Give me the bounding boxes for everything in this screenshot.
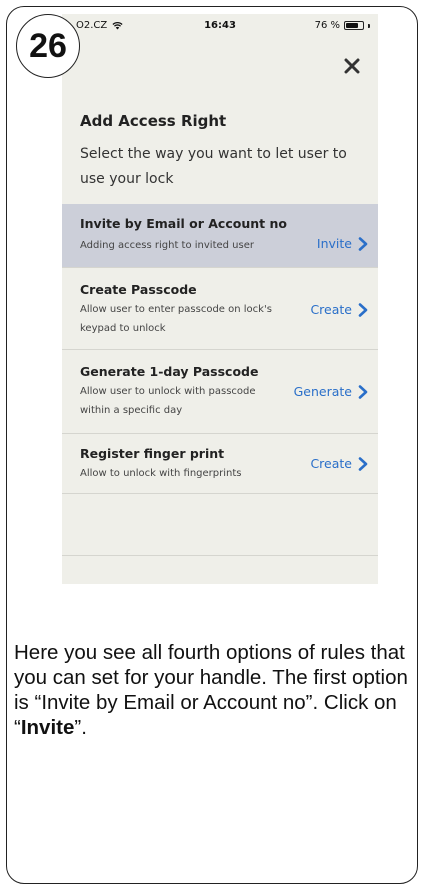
status-bar: O2.CZ 16:43 76 %: [62, 14, 378, 36]
option-title: Register finger print: [80, 446, 225, 461]
battery-status: 76 %: [315, 20, 370, 31]
option-description: Allow to unlock with fingerprints: [80, 468, 242, 479]
option-title: Generate 1-day Passcode: [80, 364, 259, 379]
close-icon: [344, 58, 360, 74]
battery-tip: [368, 23, 370, 28]
option-title: Create Passcode: [80, 282, 197, 297]
page-subtitle: Select the way you want to let user to u…: [80, 146, 347, 187]
option-register-finger-print[interactable]: Register finger print Allow to unlock wi…: [62, 434, 378, 494]
battery-icon: [344, 21, 364, 30]
battery-percentage: 76 %: [314, 20, 340, 31]
option-invite-by-email[interactable]: Invite by Email or Account no Adding acc…: [62, 204, 378, 268]
option-description: Allow user to unlock with passcode withi…: [80, 386, 256, 416]
close-button[interactable]: [338, 52, 366, 80]
option-description: Allow user to enter passcode on lock's k…: [80, 304, 272, 334]
generate-label: Generate: [293, 384, 352, 399]
chevron-right-icon: [358, 456, 368, 471]
option-generate-1-day-passcode[interactable]: Generate 1-day Passcode Allow user to un…: [62, 350, 378, 434]
step-number-badge: 26: [16, 14, 80, 78]
phone-screenshot: O2.CZ 16:43 76 % Add Access Right Select…: [62, 14, 378, 584]
chevron-right-icon: [358, 384, 368, 399]
create-passcode-button[interactable]: Create: [310, 302, 368, 317]
chevron-right-icon: [358, 236, 368, 251]
create-label: Create: [310, 302, 352, 317]
invite-button[interactable]: Invite: [317, 236, 368, 251]
option-create-passcode[interactable]: Create Passcode Allow user to enter pass…: [62, 268, 378, 350]
battery-fill: [346, 23, 358, 28]
register-fingerprint-button[interactable]: Create: [310, 456, 368, 471]
create-label: Create: [310, 456, 352, 471]
generate-passcode-button[interactable]: Generate: [294, 384, 368, 399]
empty-list-row: [62, 494, 378, 556]
access-options-list: Invite by Email or Account no Adding acc…: [62, 204, 378, 556]
instruction-caption: Here you see all fourth options of rules…: [14, 640, 414, 740]
invite-label: Invite: [316, 236, 352, 251]
option-description: Adding access right to invited user: [80, 240, 254, 251]
caption-text-end: ”.: [74, 716, 87, 739]
page-title: Add Access Right: [80, 112, 227, 130]
caption-bold-invite: Invite: [20, 716, 75, 739]
option-title: Invite by Email or Account no: [80, 216, 287, 231]
chevron-right-icon: [358, 302, 368, 317]
